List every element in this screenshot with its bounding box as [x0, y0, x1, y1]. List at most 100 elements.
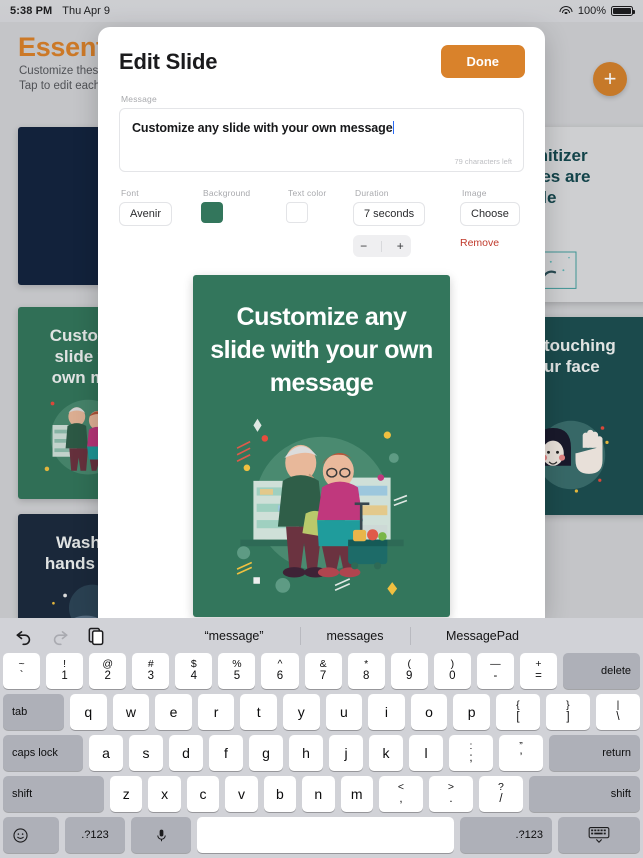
emoji-smiley-icon[interactable] — [3, 817, 59, 853]
key-b[interactable]: b — [263, 776, 297, 812]
key-7[interactable]: & 7 — [304, 653, 342, 689]
key-4[interactable]: $4 — [175, 653, 213, 689]
prediction-1[interactable]: messages — [300, 629, 410, 643]
key-t[interactable]: t — [240, 694, 277, 730]
text-color-swatch[interactable] — [286, 202, 308, 223]
modal-header: Edit Slide Done — [98, 27, 545, 78]
key-e[interactable]: e — [155, 694, 192, 730]
key-6[interactable]: ^ 6 — [261, 653, 299, 689]
paste-icon[interactable] — [86, 626, 106, 646]
image-control: Image Choose Remove — [460, 188, 520, 257]
duration-value[interactable]: 7 seconds — [353, 202, 426, 226]
key-5[interactable]: % 5 — [218, 653, 256, 689]
message-input[interactable]: Customize any slide with your own messag… — [119, 108, 524, 172]
key-sup: ! — [63, 658, 67, 670]
choose-image-button[interactable]: Choose — [460, 202, 520, 226]
key-label: caps lock — [12, 747, 58, 759]
key-f[interactable]: f — [209, 735, 243, 771]
battery-full-icon — [611, 6, 635, 16]
duration-stepper[interactable]: − + — [353, 235, 411, 257]
key-hyphen[interactable]: — - — [476, 653, 514, 689]
key-equals[interactable]: + = — [519, 653, 558, 689]
key-l[interactable]: l — [409, 735, 443, 771]
duration-label: Duration — [355, 188, 389, 198]
key-sup: % — [232, 658, 242, 670]
message-field-group: Message Customize any slide with your ow… — [98, 78, 545, 172]
hide-keyboard-icon[interactable] — [558, 817, 640, 853]
key-y[interactable]: y — [282, 694, 320, 730]
key-g[interactable]: g — [249, 735, 283, 771]
key-period[interactable]: >. — [428, 776, 473, 812]
key-j[interactable]: j — [329, 735, 363, 771]
key-backtick[interactable]: ~ ` — [3, 653, 41, 689]
key-a[interactable]: a — [89, 735, 123, 771]
key-h[interactable]: h — [289, 735, 323, 771]
key-i[interactable]: i — [368, 694, 405, 730]
key-numeric-left[interactable]: .?123 — [65, 817, 125, 853]
key-3[interactable]: #3 — [132, 653, 170, 689]
key-w[interactable]: w — [112, 694, 150, 730]
key-sup: ? — [498, 781, 504, 793]
key-sub: 6 — [276, 670, 284, 682]
redo-icon[interactable] — [50, 626, 70, 646]
key-r[interactable]: r — [197, 694, 235, 730]
key-9[interactable]: (9 — [390, 653, 428, 689]
key-v[interactable]: v — [225, 776, 258, 812]
key-sub: 0 — [449, 670, 456, 682]
key-quote[interactable]: ”’ — [499, 735, 543, 771]
duration-decrement-button[interactable]: − — [360, 239, 367, 253]
key-shift-right[interactable]: shift — [528, 776, 640, 812]
key-0[interactable]: ) 0 — [433, 653, 471, 689]
remove-image-button[interactable]: Remove — [460, 237, 520, 249]
key-x[interactable]: x — [148, 776, 181, 812]
key-caps-lock[interactable]: caps lock — [3, 735, 83, 771]
prediction-2[interactable]: MessagePad — [410, 629, 555, 643]
slide-preview[interactable]: Customize any slide with your own messag… — [193, 275, 450, 617]
key-q[interactable]: q — [70, 694, 107, 730]
key-z[interactable]: z — [110, 776, 143, 812]
key-bracket-right[interactable]: }] — [545, 694, 590, 730]
key-p[interactable]: p — [453, 694, 490, 730]
background-control: Background — [201, 188, 286, 257]
key-u[interactable]: u — [325, 694, 363, 730]
duration-increment-button[interactable]: + — [397, 239, 404, 253]
key-sub: 4 — [190, 670, 198, 682]
key-numeric-right[interactable]: .?123 — [460, 817, 552, 853]
undo-icon[interactable] — [14, 626, 34, 646]
key-sub: , — [399, 793, 403, 805]
key-d[interactable]: d — [169, 735, 203, 771]
microphone-icon[interactable] — [131, 817, 191, 853]
key-tab[interactable]: tab — [3, 694, 64, 730]
key-k[interactable]: k — [369, 735, 403, 771]
key-sup: > — [447, 781, 455, 793]
key-sub: 9 — [406, 670, 413, 682]
key-return[interactable]: return — [549, 735, 640, 771]
key-o[interactable]: o — [410, 694, 448, 730]
font-picker-button[interactable]: Avenir — [119, 202, 172, 226]
modal-title: Edit Slide — [119, 48, 218, 74]
key-space[interactable] — [197, 817, 454, 853]
key-n[interactable]: n — [302, 776, 335, 812]
key-label: delete — [601, 665, 632, 677]
key-bracket-left[interactable]: {[ — [495, 694, 540, 730]
prediction-0[interactable]: “message” — [168, 629, 300, 643]
keyboard-row-bottom-letters: shift z x c v b n m <, >. ? / shift — [0, 776, 643, 817]
key-comma[interactable]: <, — [378, 776, 423, 812]
key-slash[interactable]: ? / — [478, 776, 523, 812]
key-c[interactable]: c — [186, 776, 220, 812]
key-sup: $ — [190, 658, 197, 670]
key-sub: \ — [616, 711, 620, 723]
key-sub: 7 — [319, 670, 327, 682]
key-2[interactable]: @2 — [89, 653, 127, 689]
key-8[interactable]: * 8 — [347, 653, 385, 689]
key-1[interactable]: ! 1 — [46, 653, 84, 689]
key-m[interactable]: m — [340, 776, 373, 812]
background-color-swatch[interactable] — [201, 202, 223, 223]
key-delete[interactable]: delete — [563, 653, 641, 689]
done-button[interactable]: Done — [440, 45, 525, 78]
key-shift-left[interactable]: shift — [3, 776, 104, 812]
key-semicolon[interactable]: :; — [449, 735, 493, 771]
status-right-group: 100% — [559, 5, 635, 17]
key-backslash[interactable]: | \ — [595, 694, 640, 730]
key-s[interactable]: s — [129, 735, 163, 771]
